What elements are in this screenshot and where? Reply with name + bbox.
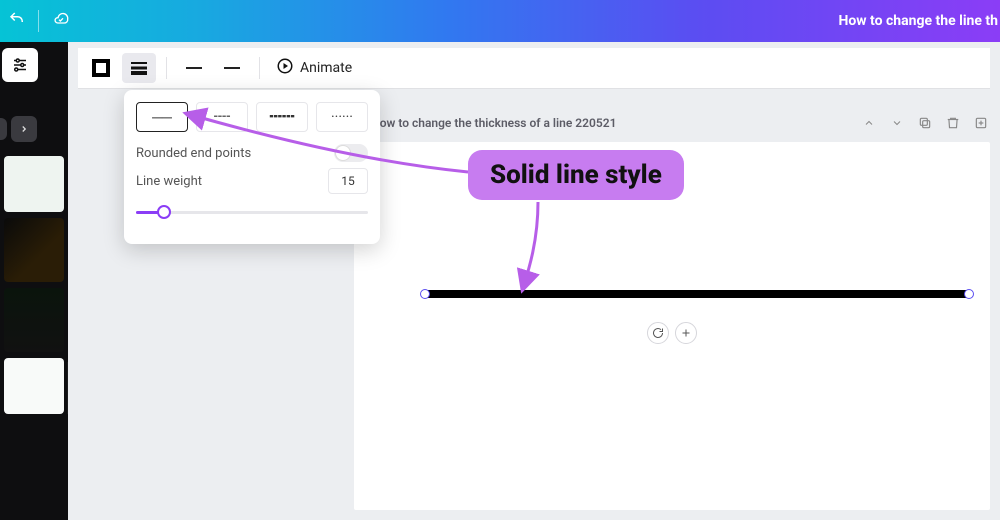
line-color-button[interactable]: [84, 53, 118, 83]
template-thumb[interactable]: [4, 358, 64, 414]
line-style-button[interactable]: [122, 53, 156, 83]
line-style-dot[interactable]: ······: [316, 102, 368, 132]
cloud-check-icon[interactable]: [51, 11, 71, 31]
rounded-endpoints-toggle[interactable]: [334, 144, 368, 162]
line-style-popover: ── ╌╌ ╍╍╍ ······ Rounded end points Line…: [124, 90, 380, 244]
line-style-dash[interactable]: ╍╍╍: [256, 102, 308, 132]
line-weight-slider[interactable]: [136, 198, 368, 226]
glyph: ──: [152, 109, 172, 126]
delete-page-button[interactable]: [944, 114, 962, 132]
separator: [259, 57, 260, 79]
line-weight-label: Line weight: [136, 174, 202, 189]
line-style-long-dash[interactable]: ╌╌: [196, 102, 248, 132]
line-start-arrow-button[interactable]: [177, 53, 211, 83]
undo-icon[interactable]: [8, 10, 26, 32]
annotation-label: Solid line style: [490, 160, 662, 190]
glyph: ╌╌: [214, 109, 231, 125]
slider-knob[interactable]: [157, 205, 171, 219]
line-end-arrow-button[interactable]: [215, 53, 249, 83]
line-handle-end[interactable]: [964, 289, 974, 299]
divider: [38, 10, 39, 32]
line-style-icon: [130, 61, 148, 75]
filter-chip-next[interactable]: [11, 116, 37, 142]
animate-icon: [276, 57, 294, 79]
sync-button[interactable]: [647, 322, 669, 344]
animate-button[interactable]: Animate: [270, 57, 358, 79]
animate-label: Animate: [300, 60, 352, 76]
filter-button[interactable]: [2, 48, 38, 82]
filter-chip-day[interactable]: day: [0, 118, 7, 140]
rounded-endpoints-label: Rounded end points: [136, 146, 251, 161]
templates-panel: day: [0, 42, 68, 520]
annotation-callout: Solid line style: [468, 150, 684, 200]
separator: [166, 57, 167, 79]
expand-page-button[interactable]: [888, 114, 906, 132]
line-weight-input[interactable]: [328, 168, 368, 194]
template-thumb[interactable]: [4, 156, 64, 212]
collapse-page-button[interactable]: [860, 114, 878, 132]
page-title: 1 - How to change the thickness of a lin…: [354, 116, 616, 130]
template-thumb[interactable]: [4, 288, 64, 352]
add-page-button[interactable]: [972, 114, 990, 132]
square-icon: [92, 59, 110, 77]
add-button[interactable]: [675, 322, 697, 344]
glyph: ······: [331, 109, 353, 125]
line-handle-start[interactable]: [420, 289, 430, 299]
template-thumb[interactable]: [4, 218, 64, 282]
context-toolbar: Animate: [78, 48, 990, 88]
line-style-solid[interactable]: ──: [136, 102, 188, 132]
title-bar: How to change the line th: [0, 0, 1000, 42]
document-title: How to change the line th: [839, 13, 1000, 29]
duplicate-page-button[interactable]: [916, 114, 934, 132]
line-shape[interactable]: [424, 290, 970, 298]
glyph: ╍╍╍: [269, 109, 294, 125]
